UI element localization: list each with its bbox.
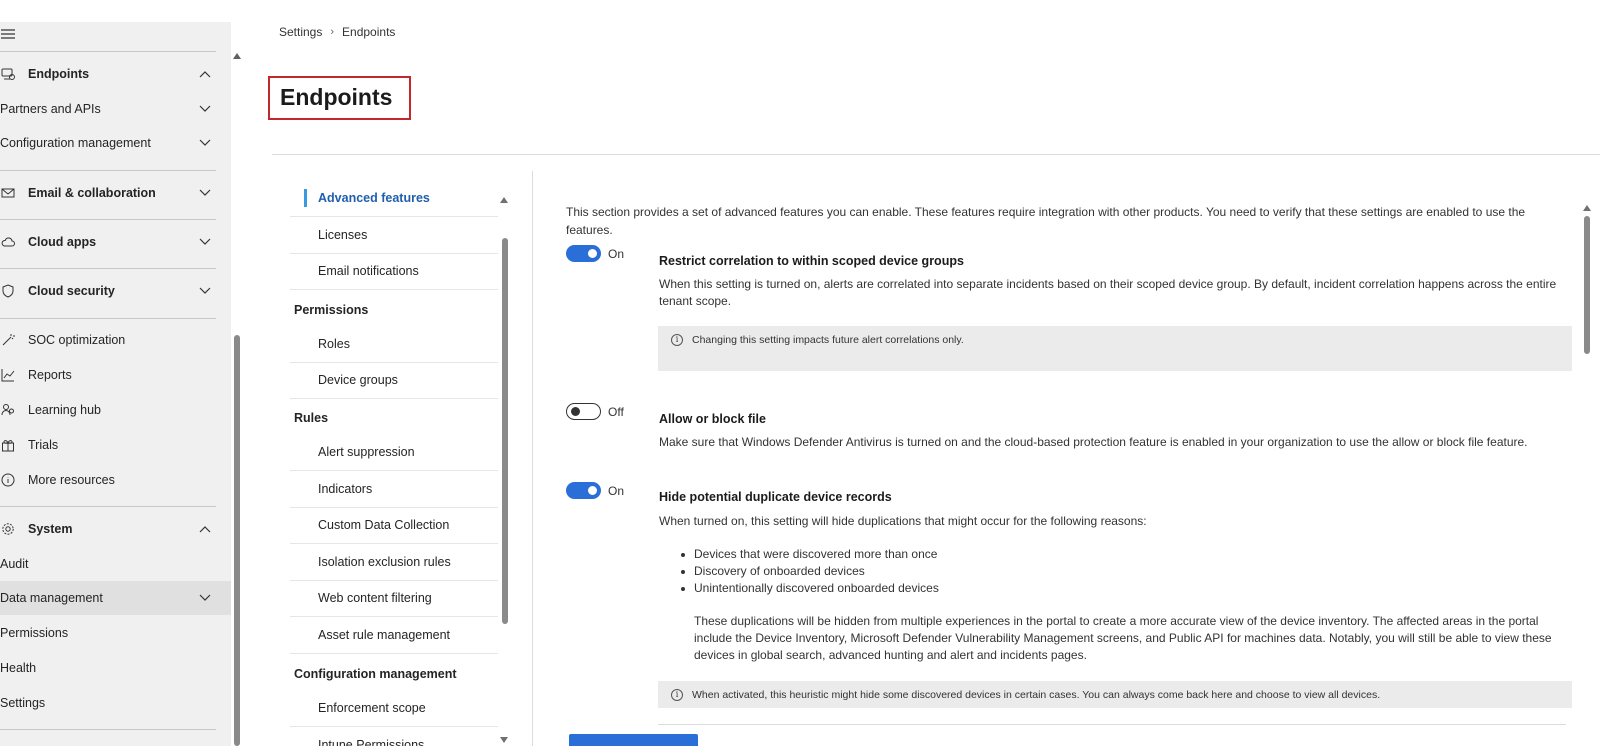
restrict-correlation-toggle-label: On — [608, 247, 625, 261]
breadcrumb: Settings › Endpoints — [279, 25, 395, 39]
nav-endpoints[interactable]: Endpoints — [0, 57, 216, 91]
nav-configuration-management[interactable]: Configuration management — [0, 126, 216, 160]
allow-block-file-toggle-label: Off — [608, 405, 624, 419]
chevron-down-icon — [198, 591, 212, 605]
chevron-up-icon — [198, 67, 212, 81]
left-navigation: Endpoints Partners and APIs Configuratio… — [0, 0, 231, 746]
chevron-down-icon — [198, 235, 212, 249]
subnav-indicators[interactable]: Indicators — [290, 471, 498, 508]
restrict-correlation-info-text: Changing this setting impacts future ale… — [692, 334, 964, 346]
subnav-intune-permissions[interactable]: Intune Permissions — [290, 726, 498, 746]
allow-block-file-title: Allow or block file — [659, 412, 766, 426]
subnav-scroll-up-arrow[interactable] — [500, 197, 508, 203]
hide-duplicates-details: These duplications will be hidden from m… — [694, 614, 1552, 662]
page-title: Endpoints — [280, 84, 393, 110]
restrict-correlation-description: When this setting is turned on, alerts a… — [659, 277, 1557, 308]
nav-email-collaboration[interactable]: Email & collaboration — [0, 176, 216, 210]
subnav-heading-configuration: Configuration management — [294, 667, 457, 681]
subnav-device-groups[interactable]: Device groups — [290, 362, 498, 399]
nav-scroll-up-arrow[interactable] — [233, 53, 241, 59]
nav-learning-hub[interactable]: Learning hub — [0, 393, 216, 427]
subnav-email-notifications[interactable]: Email notifications — [290, 253, 498, 290]
chevron-down-icon — [198, 186, 212, 200]
subnav-scroll-down-arrow[interactable] — [500, 737, 508, 743]
list-item: Unintentionally discovered onboarded dev… — [681, 581, 939, 595]
endpoint-icon — [0, 66, 16, 82]
chevron-right-icon: › — [330, 26, 335, 38]
chart-icon — [0, 367, 16, 383]
nav-scrollbar-thumb[interactable] — [234, 335, 240, 746]
wand-icon — [0, 332, 16, 348]
hide-duplicates-toggle[interactable] — [566, 482, 601, 499]
subnav-custom-data-collection[interactable]: Custom Data Collection — [290, 507, 498, 544]
people-icon — [0, 402, 16, 418]
nav-system[interactable]: System — [0, 512, 216, 546]
hide-duplicates-info-text: When activated, this heuristic might hid… — [692, 688, 1381, 701]
subnav-alert-suppression[interactable]: Alert suppression — [290, 434, 498, 471]
nav-trials[interactable]: Trials — [0, 428, 216, 462]
subnav-enforcement-scope[interactable]: Enforcement scope — [290, 690, 498, 727]
hamburger-menu[interactable] — [0, 17, 216, 51]
save-preferences-button[interactable] — [569, 734, 698, 746]
restrict-correlation-info: i Changing this setting impacts future a… — [658, 326, 1572, 371]
nav-reports[interactable]: Reports — [0, 358, 216, 392]
allow-block-file-description: Make sure that Windows Defender Antiviru… — [659, 435, 1528, 449]
allow-block-file-toggle[interactable] — [566, 403, 601, 420]
nav-audit[interactable]: Audit — [0, 547, 216, 581]
info-icon: i — [671, 688, 683, 701]
nav-soc-optimization[interactable]: SOC optimization — [0, 323, 216, 357]
shield-cloud-icon — [0, 283, 16, 299]
nav-cloud-apps[interactable]: Cloud apps — [0, 225, 216, 259]
content-scrollbar-thumb[interactable] — [1584, 216, 1590, 354]
gear-icon — [0, 521, 16, 537]
info-icon: i — [671, 334, 683, 346]
breadcrumb-endpoints: Endpoints — [342, 25, 396, 39]
list-item: Discovery of onboarded devices — [681, 563, 939, 580]
hide-duplicates-title: Hide potential duplicate device records — [659, 490, 892, 504]
chevron-down-icon — [198, 284, 212, 298]
breadcrumb-settings[interactable]: Settings — [279, 25, 322, 39]
section-intro: This section provides a set of advanced … — [566, 205, 1526, 237]
mail-icon — [0, 185, 16, 201]
subnav-roles[interactable]: Roles — [290, 326, 498, 363]
subnav-divider — [532, 171, 533, 746]
nav-partners-apis[interactable]: Partners and APIs — [0, 92, 216, 126]
info-icon — [0, 472, 16, 488]
subnav-heading-rules: Rules — [294, 411, 329, 425]
hamburger-icon — [0, 26, 16, 42]
nav-settings[interactable]: Settings — [0, 686, 216, 720]
hide-duplicates-toggle-label: On — [608, 484, 625, 498]
content-scroll-up-arrow[interactable] — [1583, 205, 1591, 211]
cloud-icon — [0, 234, 16, 250]
chevron-down-icon — [198, 136, 212, 150]
header-divider — [272, 154, 1600, 155]
restrict-correlation-toggle[interactable] — [566, 245, 601, 262]
chevron-up-icon — [198, 522, 212, 536]
subnav-licenses[interactable]: Licenses — [290, 217, 498, 254]
nav-data-management[interactable]: Data management — [0, 581, 231, 615]
content-divider — [658, 724, 1566, 725]
subnav-web-content-filtering[interactable]: Web content filtering — [290, 580, 498, 617]
hide-duplicates-info: i When activated, this heuristic might h… — [658, 681, 1572, 708]
gift-icon — [0, 437, 16, 453]
list-item: Devices that were discovered more than o… — [681, 547, 938, 561]
restrict-correlation-title: Restrict correlation to within scoped de… — [659, 254, 964, 268]
subnav-advanced-features[interactable]: Advanced features — [290, 180, 498, 217]
hide-duplicates-reasons: Devices that were discovered more than o… — [681, 546, 939, 597]
subnav-asset-rule-management[interactable]: Asset rule management — [290, 617, 498, 654]
subnav-heading-permissions: Permissions — [294, 303, 369, 317]
subnav-isolation-exclusion-rules[interactable]: Isolation exclusion rules — [290, 544, 498, 581]
subnav-scrollbar-thumb[interactable] — [502, 238, 508, 624]
hide-duplicates-description: When turned on, this setting will hide d… — [659, 514, 1147, 528]
nav-cloud-security[interactable]: Cloud security — [0, 274, 216, 308]
nav-more-resources[interactable]: More resources — [0, 463, 216, 497]
nav-health[interactable]: Health — [0, 651, 216, 685]
nav-permissions[interactable]: Permissions — [0, 616, 216, 650]
chevron-down-icon — [198, 102, 212, 116]
